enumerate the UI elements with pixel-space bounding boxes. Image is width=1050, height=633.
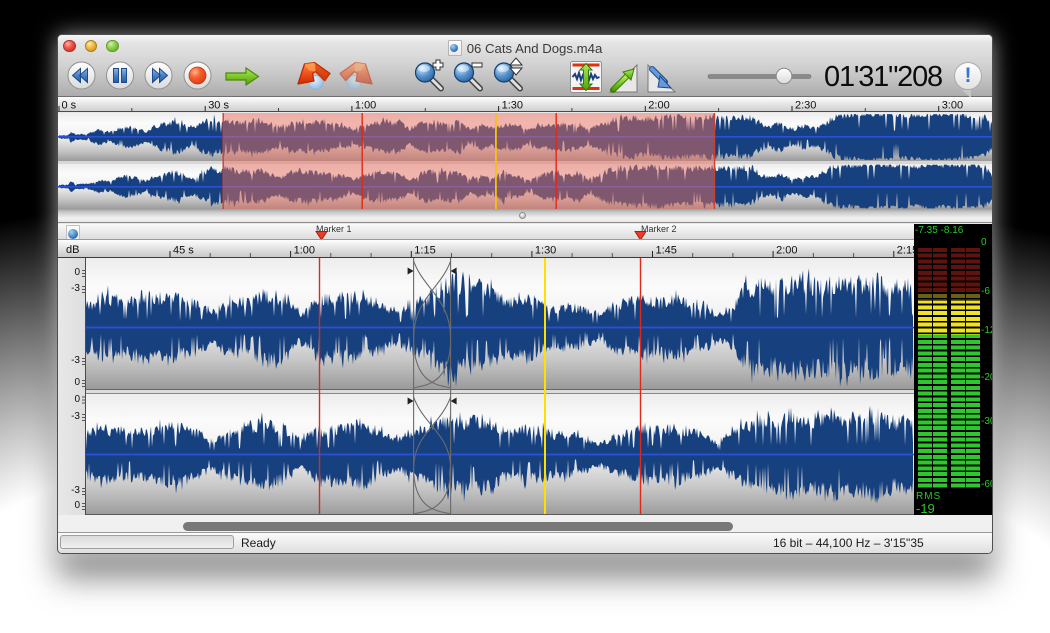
svg-text:1:15: 1:15 <box>414 245 435 257</box>
svg-text:1:30: 1:30 <box>535 245 556 257</box>
svg-text:2:30: 2:30 <box>795 100 816 112</box>
svg-text:45 s: 45 s <box>173 245 194 257</box>
svg-text:30 s: 30 s <box>208 100 229 112</box>
svg-text:1:30: 1:30 <box>502 100 523 112</box>
svg-text:2:00: 2:00 <box>776 245 797 257</box>
svg-text:3:00: 3:00 <box>942 100 963 112</box>
svg-text:1:00: 1:00 <box>294 245 315 257</box>
svg-text:1:45: 1:45 <box>656 245 677 257</box>
svg-text:2:15: 2:15 <box>897 245 914 257</box>
svg-text:2:00: 2:00 <box>648 100 669 112</box>
svg-text:1:00: 1:00 <box>355 100 376 112</box>
svg-text:0 s: 0 s <box>62 100 77 112</box>
